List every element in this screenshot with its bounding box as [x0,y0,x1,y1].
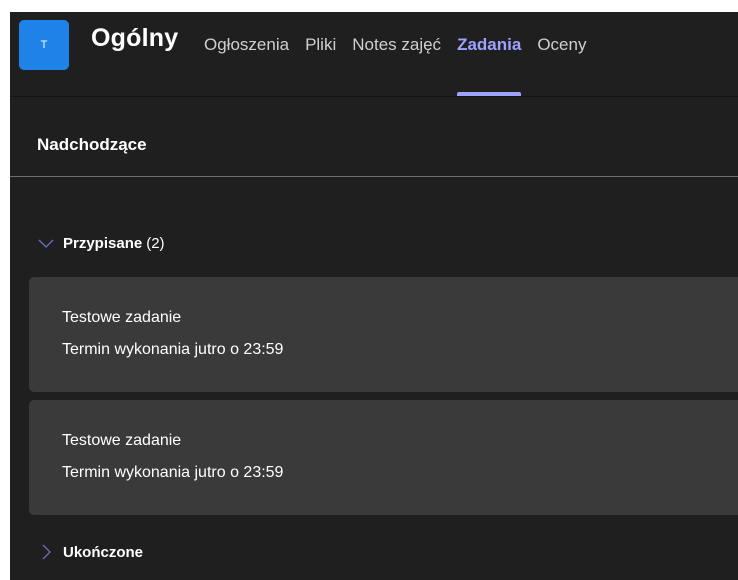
team-avatar[interactable]: T [19,20,69,70]
chevron-down-icon [38,239,54,248]
assigned-group-count: (2) [146,234,165,252]
completed-group-toggle[interactable]: Ukończone [37,543,143,561]
assigned-group-toggle[interactable]: Przypisane (2) [37,234,165,252]
completed-group-label: Ukończone [63,543,144,561]
assigned-group-label: Przypisane [63,234,143,252]
assignment-name: Testowe zadanie [62,432,182,449]
assignment-card[interactable]: Testowe zadanie Termin wykonania jutro o… [29,400,738,515]
channel-header: T Ogólny Ogłoszenia Pliki Notes zajęć Za… [10,12,738,97]
tab-announcements[interactable]: Ogłoszenia [204,12,289,96]
tab-assignments[interactable]: Zadania [457,12,522,96]
assignment-card[interactable]: Testowe zadanie Termin wykonania jutro o… [29,277,738,392]
chevron-right-icon [42,544,51,560]
assignments-app: T Ogólny Ogłoszenia Pliki Notes zajęć Za… [10,12,738,580]
channel-tabs: Ogłoszenia Pliki Notes zajęć Zadania Oce… [204,12,602,96]
assignment-due-date: Termin wykonania jutro o 23:59 [62,341,284,358]
team-avatar-letter: T [40,39,48,51]
section-title-upcoming: Nadchodzące [37,135,147,154]
channel-title: Ogólny [91,24,179,52]
assignment-due-date: Termin wykonania jutro o 23:59 [62,464,284,481]
tab-files[interactable]: Pliki [305,12,336,96]
tab-grades[interactable]: Oceny [537,12,586,96]
tab-class-notebook[interactable]: Notes zajęć [352,12,441,96]
upcoming-section-header: Nadchodzące [10,134,738,177]
assignment-name: Testowe zadanie [62,309,182,326]
